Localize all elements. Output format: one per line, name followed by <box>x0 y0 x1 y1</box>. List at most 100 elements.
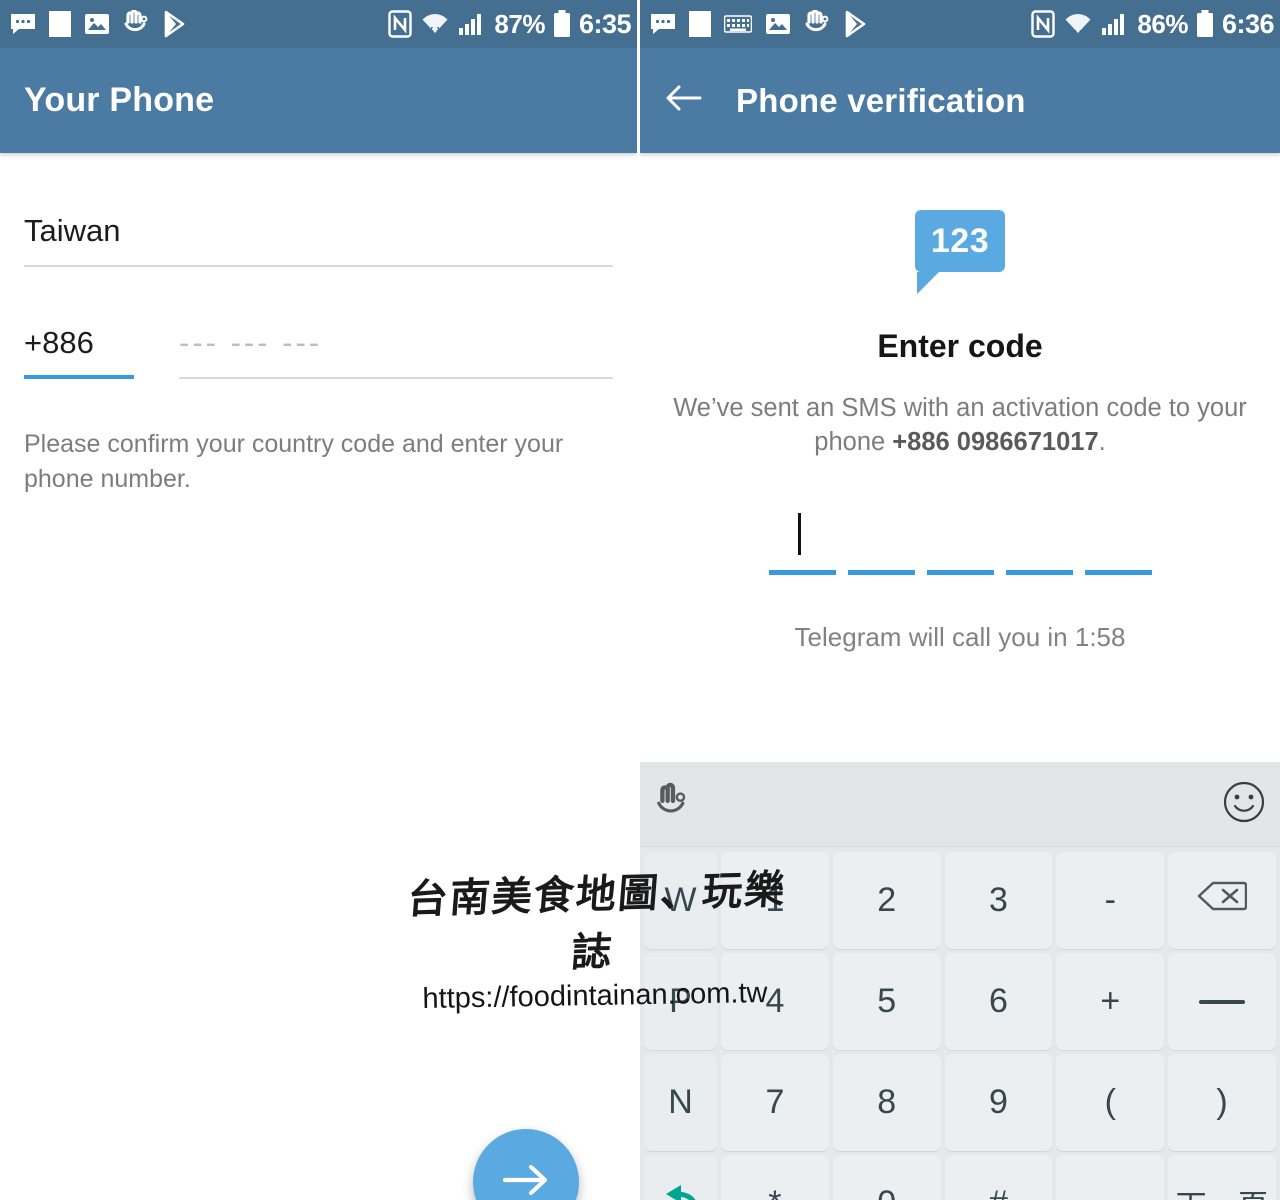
keyboard-row-1: W 1 2 3 - <box>642 850 1278 951</box>
phone-number-underline <box>179 377 613 379</box>
left-status-indicators: 87% 6:35 <box>388 8 632 40</box>
key-7[interactable]: 7 <box>721 1054 829 1151</box>
key-1[interactable]: 1 <box>721 852 829 949</box>
phone-number-field[interactable]: --- --- --- <box>179 325 613 379</box>
key-w[interactable]: W <box>644 852 717 949</box>
phone-country-code-value: +886 <box>24 325 94 360</box>
key-2[interactable]: 2 <box>832 852 941 949</box>
battery-icon <box>553 10 571 38</box>
phone-country-code-field[interactable]: +886 <box>24 325 134 379</box>
touchpal-icon <box>123 10 149 38</box>
text-caret <box>797 512 801 555</box>
call-timer-text: Telegram will call you in 1:58 <box>794 621 1126 652</box>
play-store-icon <box>162 10 188 38</box>
dual-screenshot-container: 87% 6:35 Your Phone Taiwan +886 --- --- … <box>0 0 1280 1200</box>
country-value: Taiwan <box>24 213 121 248</box>
key-plus[interactable]: + <box>1056 953 1165 1050</box>
left-status-icons <box>10 10 388 38</box>
play-store-icon <box>843 10 869 38</box>
key-hash[interactable]: # <box>944 1155 1053 1200</box>
arrow-right-icon <box>501 1162 551 1200</box>
blank-note-icon <box>689 11 711 37</box>
right-status-icons <box>650 10 1031 38</box>
key-paren-close[interactable]: ) <box>1168 1054 1276 1151</box>
code-cell-2[interactable] <box>847 507 915 575</box>
on-screen-keyboard: W 1 2 3 - P 4 5 6 + N 7 8 9 () <box>640 762 1280 1200</box>
code-cell-underline <box>847 569 915 575</box>
code-bubble-wrap: 123 <box>640 210 1280 272</box>
left-status-bar: 87% 6:35 <box>0 0 637 48</box>
battery-icon <box>1196 10 1214 38</box>
next-fab-button[interactable] <box>473 1129 579 1200</box>
key-6[interactable]: 6 <box>944 953 1053 1050</box>
wifi-icon <box>420 10 450 38</box>
right-status-bar: 86% 6:36 <box>640 0 1280 48</box>
back-arrow-icon <box>664 83 704 118</box>
code-cell-underline <box>768 569 836 575</box>
left-app-bar: Your Phone <box>0 48 637 153</box>
key-backspace[interactable] <box>1168 852 1276 949</box>
sms-bubble-icon: 123 <box>915 210 1005 272</box>
key-5[interactable]: 5 <box>832 953 941 1050</box>
enter-code-heading: Enter code <box>877 328 1043 364</box>
key-p[interactable]: P <box>644 953 717 1050</box>
key-8[interactable]: 8 <box>832 1054 941 1151</box>
return-arrow-icon <box>658 1179 704 1200</box>
key-minus[interactable]: - <box>1056 852 1165 949</box>
right-app-bar: Phone verification <box>640 48 1280 153</box>
page-title: Phone verification <box>736 81 1026 119</box>
key-0[interactable]: 0 <box>832 1155 941 1200</box>
nfc-icon <box>1031 10 1056 38</box>
emoji-smiley-icon[interactable] <box>1222 780 1266 829</box>
signal-icon <box>1101 11 1129 37</box>
signal-icon <box>458 11 486 37</box>
key-n[interactable]: N <box>644 1054 717 1151</box>
key-paren-open[interactable]: ( <box>1056 1054 1165 1151</box>
keyboard-row-3: N 7 8 9 ( ) <box>642 1052 1278 1153</box>
keyboard-rows: W 1 2 3 - P 4 5 6 + N 7 8 9 () <box>640 847 1280 1200</box>
phone-hint-text: Please confirm your country code and ent… <box>24 430 564 493</box>
battery-percent-label: 87% <box>494 8 545 39</box>
keyboard-row-2: P 4 5 6 + <box>642 951 1278 1052</box>
code-cell-underline <box>1084 569 1152 575</box>
key-next-page[interactable]: 下一頁 <box>1168 1155 1276 1200</box>
sms-description: We’ve sent an SMS with an activation cod… <box>660 391 1260 460</box>
code-cell-underline <box>1005 569 1073 575</box>
keyboard-icon <box>724 14 752 34</box>
key-9[interactable]: 9 <box>944 1054 1053 1151</box>
photo-icon <box>765 12 791 36</box>
key-3[interactable]: 3 <box>944 852 1053 949</box>
country-underline <box>24 265 613 267</box>
nfc-icon <box>388 10 413 38</box>
right-screen-body: 123 Enter code We’ve sent an SMS with an… <box>640 210 1280 1200</box>
phone-code-underline-focused <box>24 375 134 379</box>
page-title: Your Phone <box>24 81 215 119</box>
left-screen: 87% 6:35 Your Phone Taiwan +886 --- --- … <box>0 0 640 1200</box>
key-4[interactable]: 4 <box>721 953 829 1050</box>
message-icon <box>650 13 676 35</box>
photo-icon <box>84 12 110 36</box>
key-space[interactable] <box>1168 953 1276 1050</box>
key-asterisk[interactable]: * <box>721 1155 829 1200</box>
country-field[interactable]: Taiwan <box>24 213 613 267</box>
key-period[interactable]: . <box>1056 1155 1165 1200</box>
blank-note-icon <box>49 11 71 37</box>
code-cell-1[interactable] <box>768 507 836 575</box>
code-cell-underline <box>926 569 994 575</box>
wifi-icon <box>1063 10 1093 38</box>
code-cell-4[interactable] <box>1005 507 1073 575</box>
back-button[interactable] <box>662 79 706 123</box>
keyboard-toolbar <box>640 762 1280 847</box>
touchpal-icon <box>804 10 830 38</box>
code-cell-3[interactable] <box>926 507 994 575</box>
touchpal-hand-icon[interactable] <box>654 782 690 827</box>
message-icon <box>10 13 36 35</box>
keyboard-row-4: * 0 # . 下一頁 <box>642 1153 1278 1200</box>
key-return[interactable] <box>644 1155 717 1200</box>
backspace-icon <box>1197 880 1248 921</box>
code-input-field[interactable] <box>640 507 1280 575</box>
sms-description-suffix: . <box>1098 428 1106 457</box>
left-screen-body: Taiwan +886 --- --- --- Please confirm y… <box>0 213 637 1200</box>
code-cell-5[interactable] <box>1084 507 1152 575</box>
status-time: 6:35 <box>578 8 632 39</box>
